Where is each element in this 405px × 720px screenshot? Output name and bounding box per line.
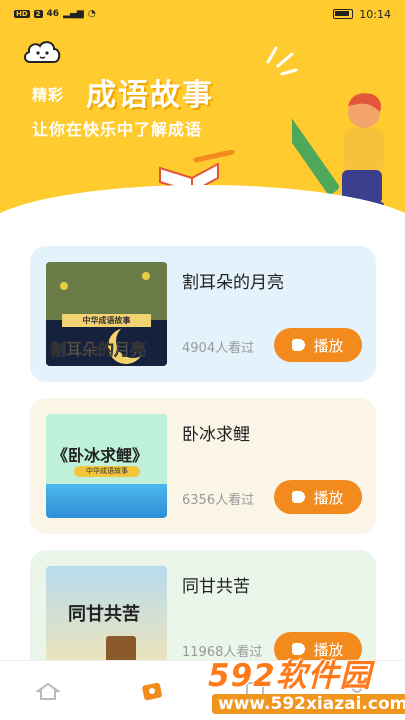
cloud-logo-icon xyxy=(24,41,61,63)
flower-icon xyxy=(60,282,68,290)
play-icon xyxy=(292,339,306,351)
header-title-small: 精彩 xyxy=(32,86,65,104)
watermark-brand-name: 软件园 xyxy=(275,658,372,694)
play-button[interactable]: 播放 xyxy=(274,480,362,514)
story-title[interactable]: 同甘共苦 xyxy=(182,572,250,597)
play-tab-icon[interactable] xyxy=(140,679,164,703)
story-card[interactable]: 《卧冰求鲤》 中华成语故事 卧冰求鲤 6356人看过 播放 xyxy=(30,398,376,534)
thumb-banner: 中华成语故事 xyxy=(62,314,151,327)
play-button[interactable]: 播放 xyxy=(274,328,362,362)
story-views: 6356人看过 xyxy=(182,493,255,508)
header-title: 成语故事 xyxy=(86,78,214,113)
watermark-brand: 592软件园 xyxy=(208,650,372,695)
status-bar: HD 2 46 ▂▄▆ ◔ 10:14 xyxy=(0,0,405,28)
site-watermark: 592软件园 www.592xiazai.com xyxy=(198,646,405,720)
thumb-title: 割耳朵的月亮 xyxy=(50,340,147,360)
status-bar-left: HD 2 46 ▂▄▆ ◔ xyxy=(14,9,96,19)
home-icon[interactable] xyxy=(36,679,60,703)
sim-badge: 2 xyxy=(33,10,43,18)
signal-label: 46 xyxy=(46,9,60,19)
story-thumbnail[interactable]: 中华成语故事 割耳朵的月亮 xyxy=(46,262,167,366)
flower-icon xyxy=(142,272,150,280)
story-views: 4904人看过 xyxy=(182,341,255,356)
status-bar-right: 10:14 xyxy=(333,8,391,21)
story-card[interactable]: 中华成语故事 割耳朵的月亮 割耳朵的月亮 4904人看过 播放 xyxy=(30,246,376,382)
battery-icon xyxy=(333,9,354,19)
play-icon xyxy=(292,491,306,503)
play-button-label: 播放 xyxy=(313,488,344,507)
signal-icon: ▂▄▆ xyxy=(63,9,84,19)
header-banner: 精彩 成语故事 让你在快乐中了解成语 xyxy=(0,0,405,230)
story-title[interactable]: 割耳朵的月亮 xyxy=(182,268,284,293)
header-subtitle: 让你在快乐中了解成语 xyxy=(32,120,203,139)
sparkle-icon xyxy=(266,46,298,76)
status-time: 10:14 xyxy=(359,7,391,21)
play-button-label: 播放 xyxy=(313,336,344,355)
thumb-sea xyxy=(46,484,167,518)
watermark-brand-number: 592 xyxy=(208,658,276,694)
story-thumbnail[interactable]: 同甘共苦 xyxy=(46,566,167,670)
hd-badge: HD xyxy=(14,10,30,18)
watermark-url: www.592xiazai.com xyxy=(212,694,405,714)
thumb-title: 《卧冰求鲤》 xyxy=(52,446,149,465)
thumb-title: 同甘共苦 xyxy=(68,604,140,625)
thumb-banner: 中华成语故事 xyxy=(74,466,140,477)
story-thumbnail[interactable]: 《卧冰求鲤》 中华成语故事 xyxy=(46,414,167,518)
thumb-grass xyxy=(46,262,167,322)
wifi-icon: ◔ xyxy=(87,9,96,19)
story-title[interactable]: 卧冰求鲤 xyxy=(182,420,250,445)
